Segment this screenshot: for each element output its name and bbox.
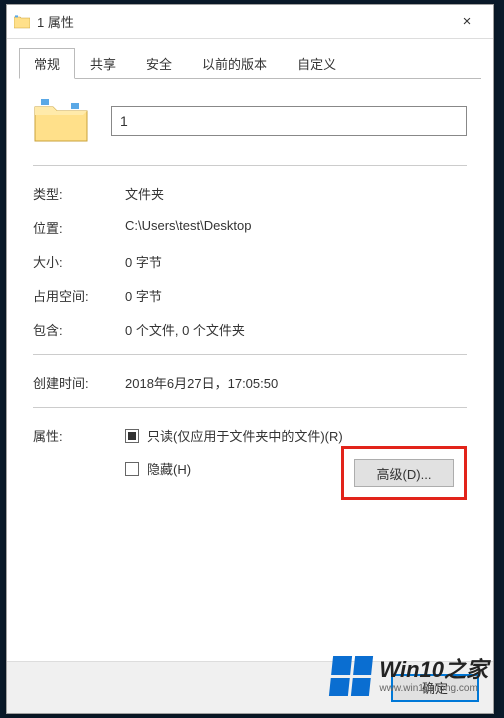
tab-customize[interactable]: 自定义 (282, 48, 351, 79)
window-title: 1 属性 (37, 12, 447, 31)
divider (33, 354, 467, 355)
divider (33, 407, 467, 408)
general-panel: 类型: 文件夹 位置: C:\Users\test\Desktop 大小: 0 … (7, 79, 493, 661)
advanced-button[interactable]: 高级(D)... (354, 459, 454, 487)
tab-previous-versions[interactable]: 以前的版本 (187, 48, 282, 79)
attributes-label: 属性: (33, 426, 125, 445)
divider (33, 165, 467, 166)
location-label: 位置: (33, 218, 125, 238)
advanced-highlight: 高级(D)... (341, 446, 467, 500)
properties-window: 1 属性 × 常规 共享 安全 以前的版本 自定义 类型: (6, 4, 494, 714)
tab-security[interactable]: 安全 (131, 48, 187, 79)
hidden-label: 隐藏(H) (147, 459, 191, 478)
tab-sharing[interactable]: 共享 (75, 48, 131, 79)
size-on-disk-label: 占用空间: (33, 286, 125, 306)
readonly-checkbox[interactable] (125, 429, 139, 443)
folder-name-input[interactable] (111, 106, 467, 136)
location-value: C:\Users\test\Desktop (125, 218, 467, 238)
folder-large-icon (33, 97, 89, 145)
contains-label: 包含: (33, 320, 125, 340)
size-label: 大小: (33, 252, 125, 272)
hidden-checkbox[interactable] (125, 462, 139, 476)
created-label: 创建时间: (33, 373, 125, 393)
folder-icon (13, 13, 31, 31)
close-button[interactable]: × (447, 8, 487, 36)
tab-strip: 常规 共享 安全 以前的版本 自定义 (7, 39, 493, 79)
created-value: 2018年6月27日，17:05:50 (125, 373, 467, 393)
titlebar: 1 属性 × (7, 5, 493, 39)
size-on-disk-value: 0 字节 (125, 286, 467, 306)
type-label: 类型: (33, 184, 125, 204)
type-value: 文件夹 (125, 184, 467, 204)
size-value: 0 字节 (125, 252, 467, 272)
ok-button[interactable]: 确定 (391, 674, 479, 702)
readonly-label: 只读(仅应用于文件夹中的文件)(R) (147, 426, 343, 445)
contains-value: 0 个文件, 0 个文件夹 (125, 320, 467, 340)
dialog-footer: 确定 (7, 661, 493, 713)
tab-general[interactable]: 常规 (19, 48, 75, 79)
